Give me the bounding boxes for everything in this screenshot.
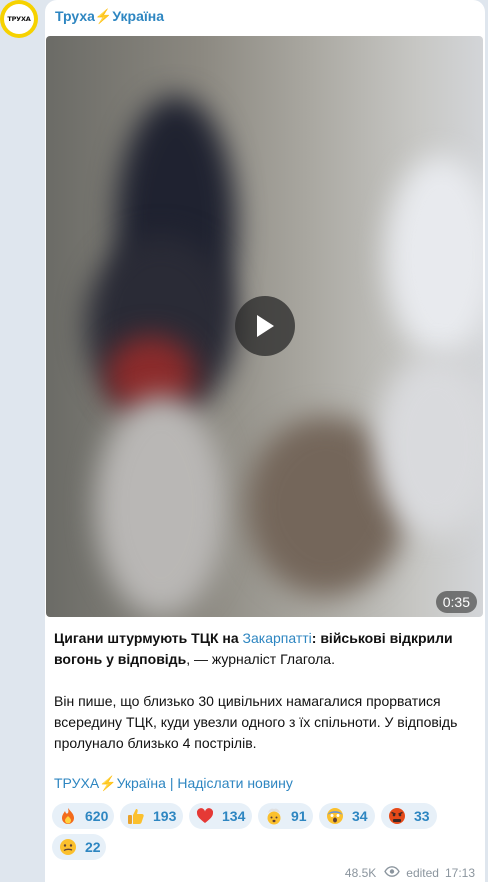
reaction-grimacing-face[interactable]: 22 bbox=[52, 834, 106, 860]
post-paragraph: Він пише, що близько 30 цивільних намага… bbox=[54, 693, 458, 751]
heart-icon bbox=[196, 807, 214, 825]
exploding-head-icon bbox=[265, 807, 283, 825]
footer-link[interactable]: ТРУХА⚡Україна | Надіслати новину bbox=[54, 775, 293, 792]
reaction-heart[interactable]: 134 bbox=[189, 803, 252, 829]
thumbs-up-icon bbox=[127, 807, 145, 825]
view-count: 48.5K bbox=[344, 866, 377, 880]
video-duration: 0:35 bbox=[435, 591, 477, 613]
edited-label: edited bbox=[406, 866, 439, 880]
video-player[interactable]: 0:35 bbox=[46, 36, 483, 617]
message-time: 17:13 bbox=[444, 866, 475, 880]
reaction-count: 22 bbox=[85, 839, 101, 855]
fire-icon bbox=[59, 807, 77, 825]
reaction-exploding-head[interactable]: 91 bbox=[258, 803, 313, 829]
screaming-face-icon bbox=[326, 807, 344, 825]
channel-name[interactable]: Труха⚡Україна bbox=[55, 8, 164, 25]
play-button[interactable] bbox=[235, 296, 295, 356]
grimacing-face-icon bbox=[59, 838, 77, 856]
play-icon bbox=[257, 315, 274, 337]
reaction-thumbs-up[interactable]: 193 bbox=[120, 803, 183, 829]
reaction-count: 193 bbox=[153, 808, 177, 824]
post-headline: Цигани штурмують ТЦК на Закарпатті: війс… bbox=[54, 628, 474, 670]
location-link[interactable]: Закарпатті bbox=[243, 630, 312, 646]
message-meta: 48.5K edited 17:13 bbox=[345, 866, 475, 880]
reaction-count: 33 bbox=[414, 808, 430, 824]
reaction-count: 620 bbox=[85, 808, 109, 824]
reaction-count: 91 bbox=[291, 808, 307, 824]
reaction-fire[interactable]: 620 bbox=[52, 803, 114, 829]
reaction-count: 34 bbox=[352, 808, 368, 824]
headline-rest: , — журналіст Глагола. bbox=[186, 651, 335, 667]
eye-icon bbox=[384, 866, 401, 880]
reaction-screaming-face[interactable]: 34 bbox=[319, 803, 375, 829]
reaction-angry-face[interactable]: 33 bbox=[381, 803, 437, 829]
headline-bold-part1: Цигани штурмують ТЦК на bbox=[54, 630, 243, 646]
avatar-logo: ТРУХА bbox=[4, 4, 34, 34]
post-text: Цигани штурмують ТЦК на Закарпатті: війс… bbox=[54, 628, 474, 754]
channel-avatar[interactable]: ТРУХА bbox=[0, 0, 38, 38]
message-bubble: Труха⚡Україна 0:35 Цигани штурмують ТЦК … bbox=[45, 0, 485, 882]
angry-face-icon bbox=[388, 807, 406, 825]
reaction-count: 134 bbox=[222, 808, 246, 824]
